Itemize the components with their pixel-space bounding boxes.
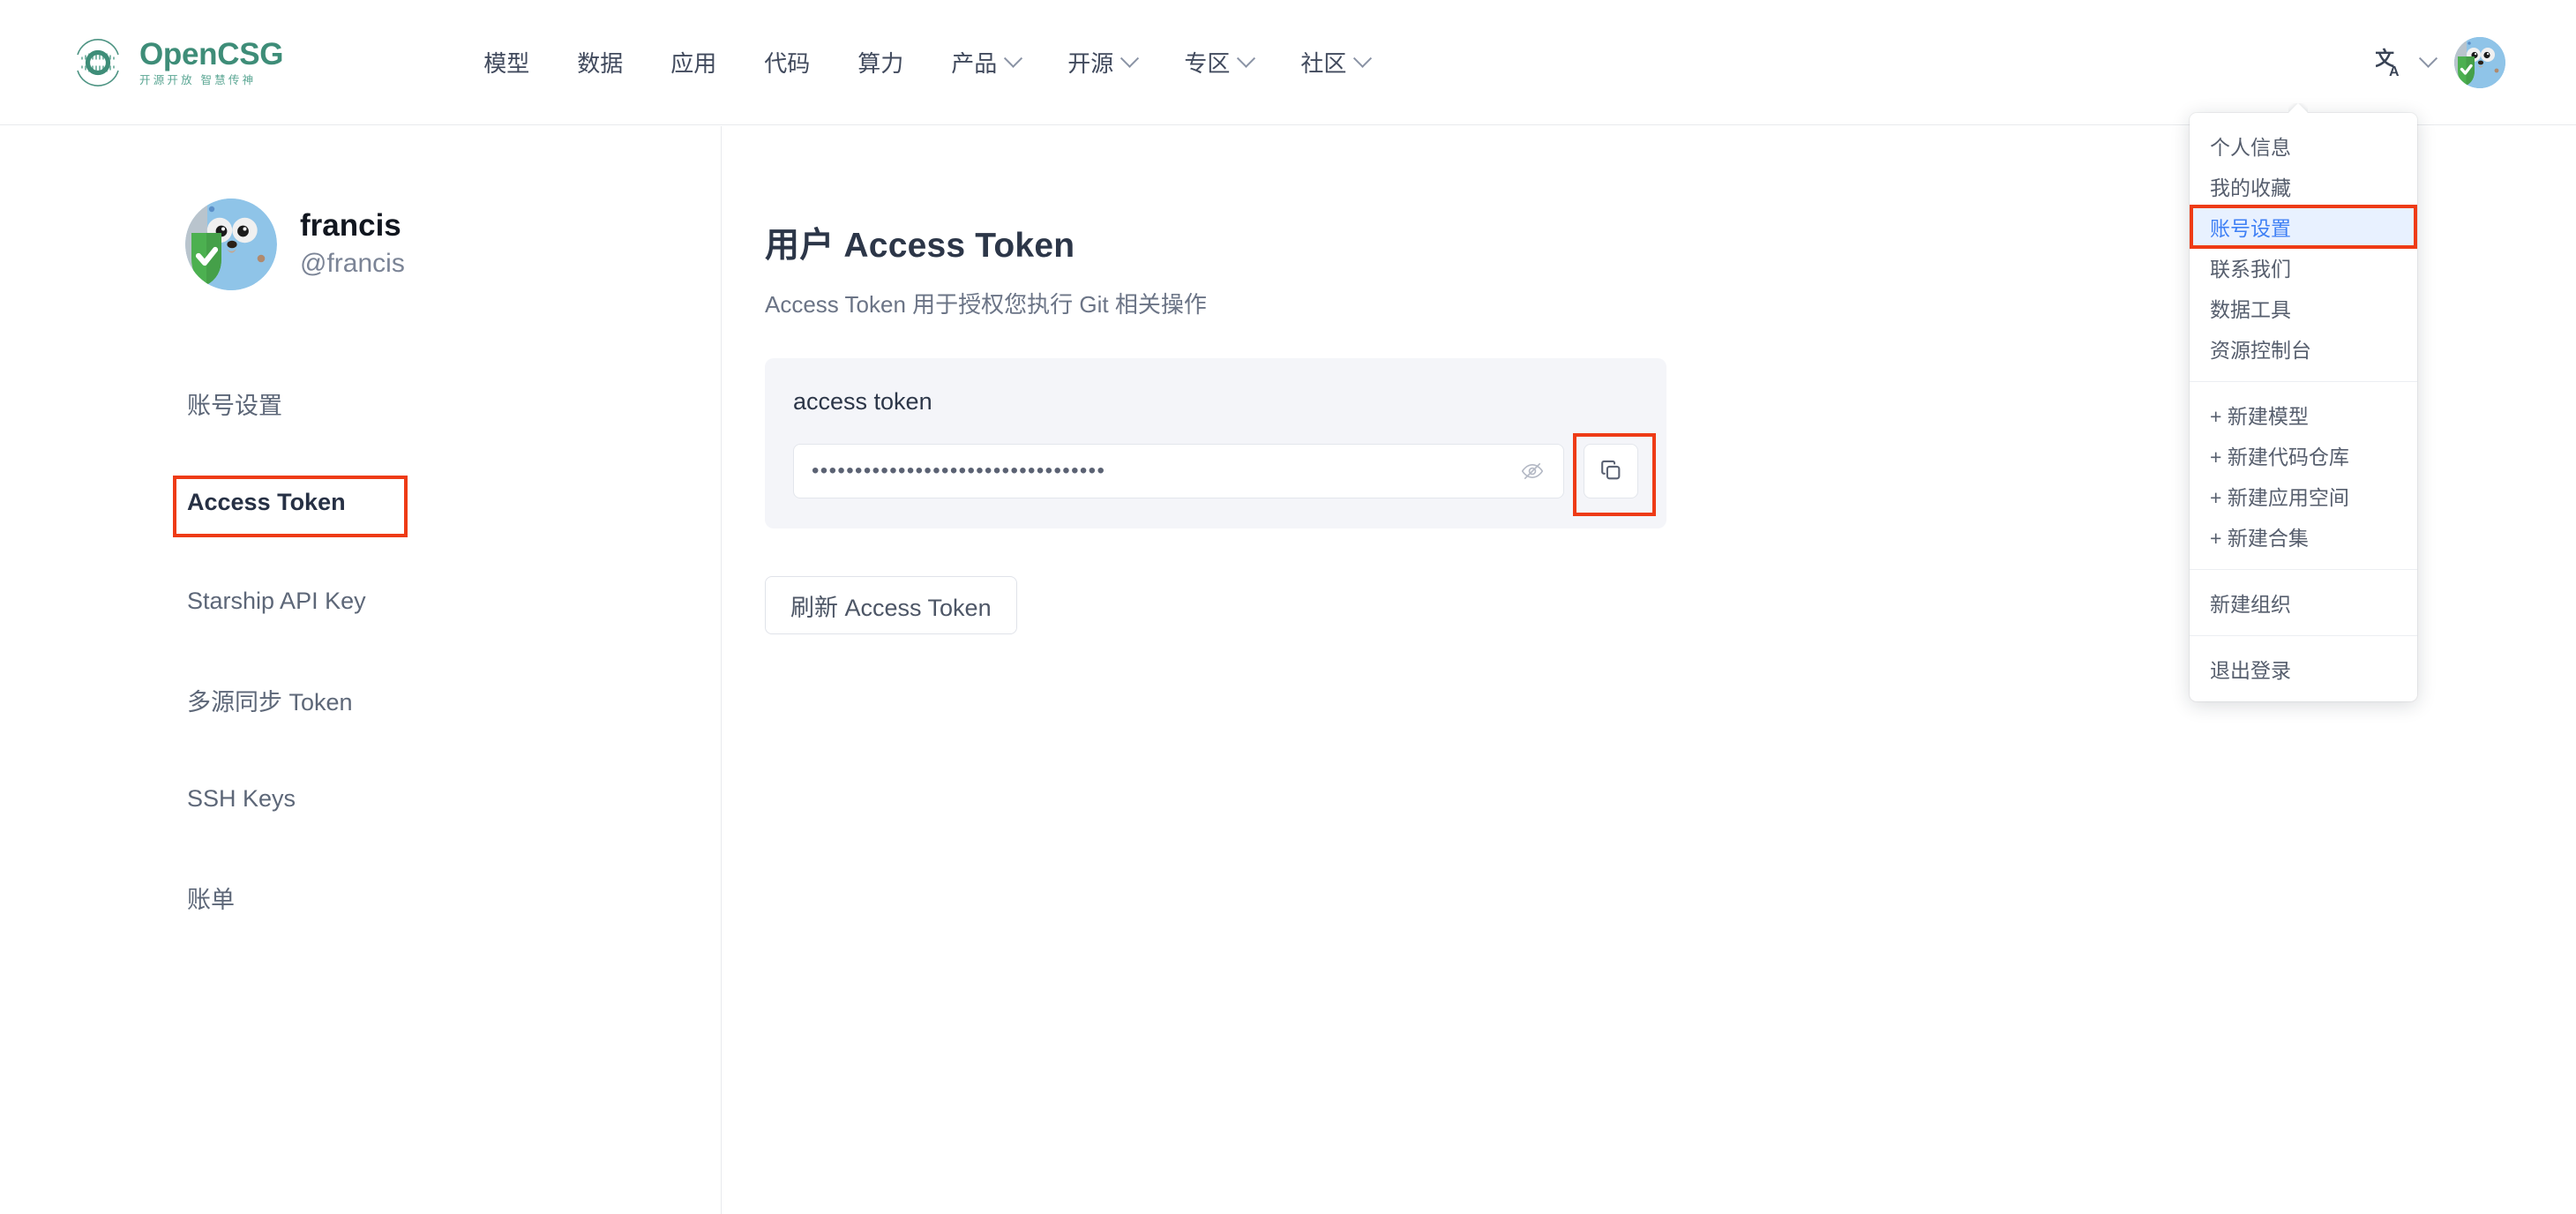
user-menu-section-create: + 新建模型 + 新建代码仓库 + 新建应用空间 + 新建合集	[2190, 381, 2417, 569]
menu-item-label: + 新建模型	[2210, 405, 2309, 428]
nav-label: 数据	[577, 50, 624, 77]
nav-item-6[interactable]: 开源	[1044, 46, 1160, 79]
menu-item-label: 我的收藏	[2210, 176, 2291, 199]
menu-item-my-favorites[interactable]: 我的收藏	[2190, 166, 2417, 206]
user-menu-section-logout: 退出登录	[2190, 635, 2417, 701]
sidebar-item-label: 账单	[187, 886, 235, 913]
nav-item-2[interactable]: 应用	[647, 46, 740, 79]
menu-item-label: 账号设置	[2210, 217, 2291, 240]
copy-button-annotation	[1573, 433, 1656, 516]
menu-item-logout[interactable]: 退出登录	[2190, 648, 2417, 689]
menu-item-personal-info[interactable]: 个人信息	[2190, 125, 2417, 166]
nav-label: 专区	[1184, 50, 1231, 77]
nav-label: 产品	[951, 50, 998, 77]
nav-item-4[interactable]: 算力	[834, 46, 927, 79]
menu-item-resource-console[interactable]: 资源控制台	[2190, 328, 2417, 369]
profile-name: francis	[300, 208, 401, 244]
sidebar-item-account-settings[interactable]: 账号设置	[0, 354, 721, 453]
language-switcher[interactable]: 文 A	[2375, 47, 2438, 79]
sidebar-nav: 账号设置 Access Token Starship API Key 多源同步 …	[0, 354, 721, 947]
account-sidebar: francis @francis 账号设置 Access Token Stars…	[0, 126, 722, 1214]
chevron-down-icon	[1237, 49, 1256, 68]
brand-logo[interactable]: OpenCSG 开源开放 智慧传神	[71, 35, 284, 90]
nav-item-5[interactable]: 产品	[927, 46, 1044, 79]
chevron-down-icon	[1353, 49, 1373, 68]
sidebar-item-label: 多源同步 Token	[187, 688, 353, 716]
nav-item-0[interactable]: 模型	[460, 46, 553, 79]
menu-item-label: 数据工具	[2210, 298, 2291, 321]
menu-item-new-collection[interactable]: + 新建合集	[2190, 516, 2417, 557]
chevron-down-icon	[2418, 49, 2438, 68]
access-token-card: access token •••••••••••••••••••••••••••…	[765, 358, 1666, 528]
top-header: OpenCSG 开源开放 智慧传神 模型 数据 应用 代码 算力 产品 开源 专…	[0, 0, 2576, 125]
access-token-input[interactable]: ••••••••••••••••••••••••••••••••••	[793, 444, 1564, 498]
dropdown-arrow	[2288, 103, 2308, 113]
sidebar-item-starship-api-key[interactable]: Starship API Key	[0, 551, 721, 650]
brand-tagline: 开源开放 智慧传神	[139, 73, 257, 86]
menu-item-label: + 新建代码仓库	[2210, 446, 2349, 468]
sidebar-item-label: 账号设置	[187, 392, 282, 419]
nav-label: 代码	[764, 50, 811, 77]
eye-slash-icon[interactable]	[1517, 456, 1547, 486]
profile-handle: @francis	[300, 248, 405, 278]
translate-icon: 文 A	[2375, 47, 2408, 79]
sidebar-item-label: SSH Keys	[187, 784, 296, 812]
nav-item-3[interactable]: 代码	[740, 46, 834, 79]
nav-label: 社区	[1300, 50, 1347, 77]
chevron-down-icon	[1004, 49, 1023, 68]
avatar	[185, 199, 277, 290]
refresh-access-token-button[interactable]: 刷新 Access Token	[765, 576, 1017, 634]
opencsg-logo-icon	[71, 35, 125, 90]
nav-label: 算力	[857, 50, 904, 77]
menu-item-new-organization[interactable]: 新建组织	[2190, 582, 2417, 623]
header-right-actions: 文 A	[2375, 36, 2505, 88]
sidebar-item-label: Starship API Key	[187, 587, 366, 614]
menu-item-new-model[interactable]: + 新建模型	[2190, 394, 2417, 435]
menu-item-label: 资源控制台	[2210, 339, 2311, 362]
menu-item-new-app-space[interactable]: + 新建应用空间	[2190, 476, 2417, 516]
svg-text:A: A	[2389, 64, 2400, 79]
nav-label: 开源	[1067, 50, 1114, 77]
menu-item-account-settings[interactable]: 账号设置	[2190, 205, 2417, 249]
nav-item-8[interactable]: 社区	[1277, 46, 1393, 79]
token-masked-value: ••••••••••••••••••••••••••••••••••	[812, 461, 1106, 482]
nav-label: 应用	[670, 50, 717, 77]
copy-token-button[interactable]	[1584, 444, 1638, 498]
sidebar-profile: francis @francis	[185, 199, 721, 290]
sidebar-item-label: Access Token	[187, 488, 346, 515]
menu-item-label: + 新建合集	[2210, 527, 2309, 550]
user-menu-section-organization: 新建组织	[2190, 569, 2417, 635]
card-label: access token	[793, 388, 932, 415]
user-menu-section-account: 个人信息 我的收藏 账号设置 联系我们 数据工具 资源控制台	[2190, 113, 2417, 381]
menu-item-label: 个人信息	[2210, 136, 2291, 159]
nav-label: 模型	[483, 50, 530, 77]
nav-item-7[interactable]: 专区	[1160, 46, 1277, 79]
menu-item-contact-us[interactable]: 联系我们	[2190, 247, 2417, 288]
menu-item-new-code-repo[interactable]: + 新建代码仓库	[2190, 435, 2417, 476]
menu-item-label: 新建组织	[2210, 593, 2291, 616]
nav-item-1[interactable]: 数据	[553, 46, 647, 79]
chevron-down-icon	[1120, 49, 1140, 68]
sidebar-item-multi-source-sync-token[interactable]: 多源同步 Token	[0, 650, 721, 749]
user-menu-dropdown: 个人信息 我的收藏 账号设置 联系我们 数据工具 资源控制台 + 新建模型 + …	[2190, 113, 2417, 701]
menu-item-label: 退出登录	[2210, 659, 2291, 682]
menu-item-label: 联系我们	[2210, 258, 2291, 281]
menu-item-label: + 新建应用空间	[2210, 486, 2349, 509]
sidebar-item-billing[interactable]: 账单	[0, 848, 721, 947]
brand-name: OpenCSG	[139, 36, 284, 71]
menu-item-data-tools[interactable]: 数据工具	[2190, 288, 2417, 328]
main-nav: 模型 数据 应用 代码 算力 产品 开源 专区 社区	[460, 46, 1393, 79]
copy-icon	[1599, 458, 1623, 485]
token-row: ••••••••••••••••••••••••••••••••••	[793, 433, 1656, 516]
avatar[interactable]	[2454, 36, 2505, 88]
sidebar-item-access-token[interactable]: Access Token	[0, 453, 721, 551]
sidebar-item-ssh-keys[interactable]: SSH Keys	[0, 749, 721, 848]
